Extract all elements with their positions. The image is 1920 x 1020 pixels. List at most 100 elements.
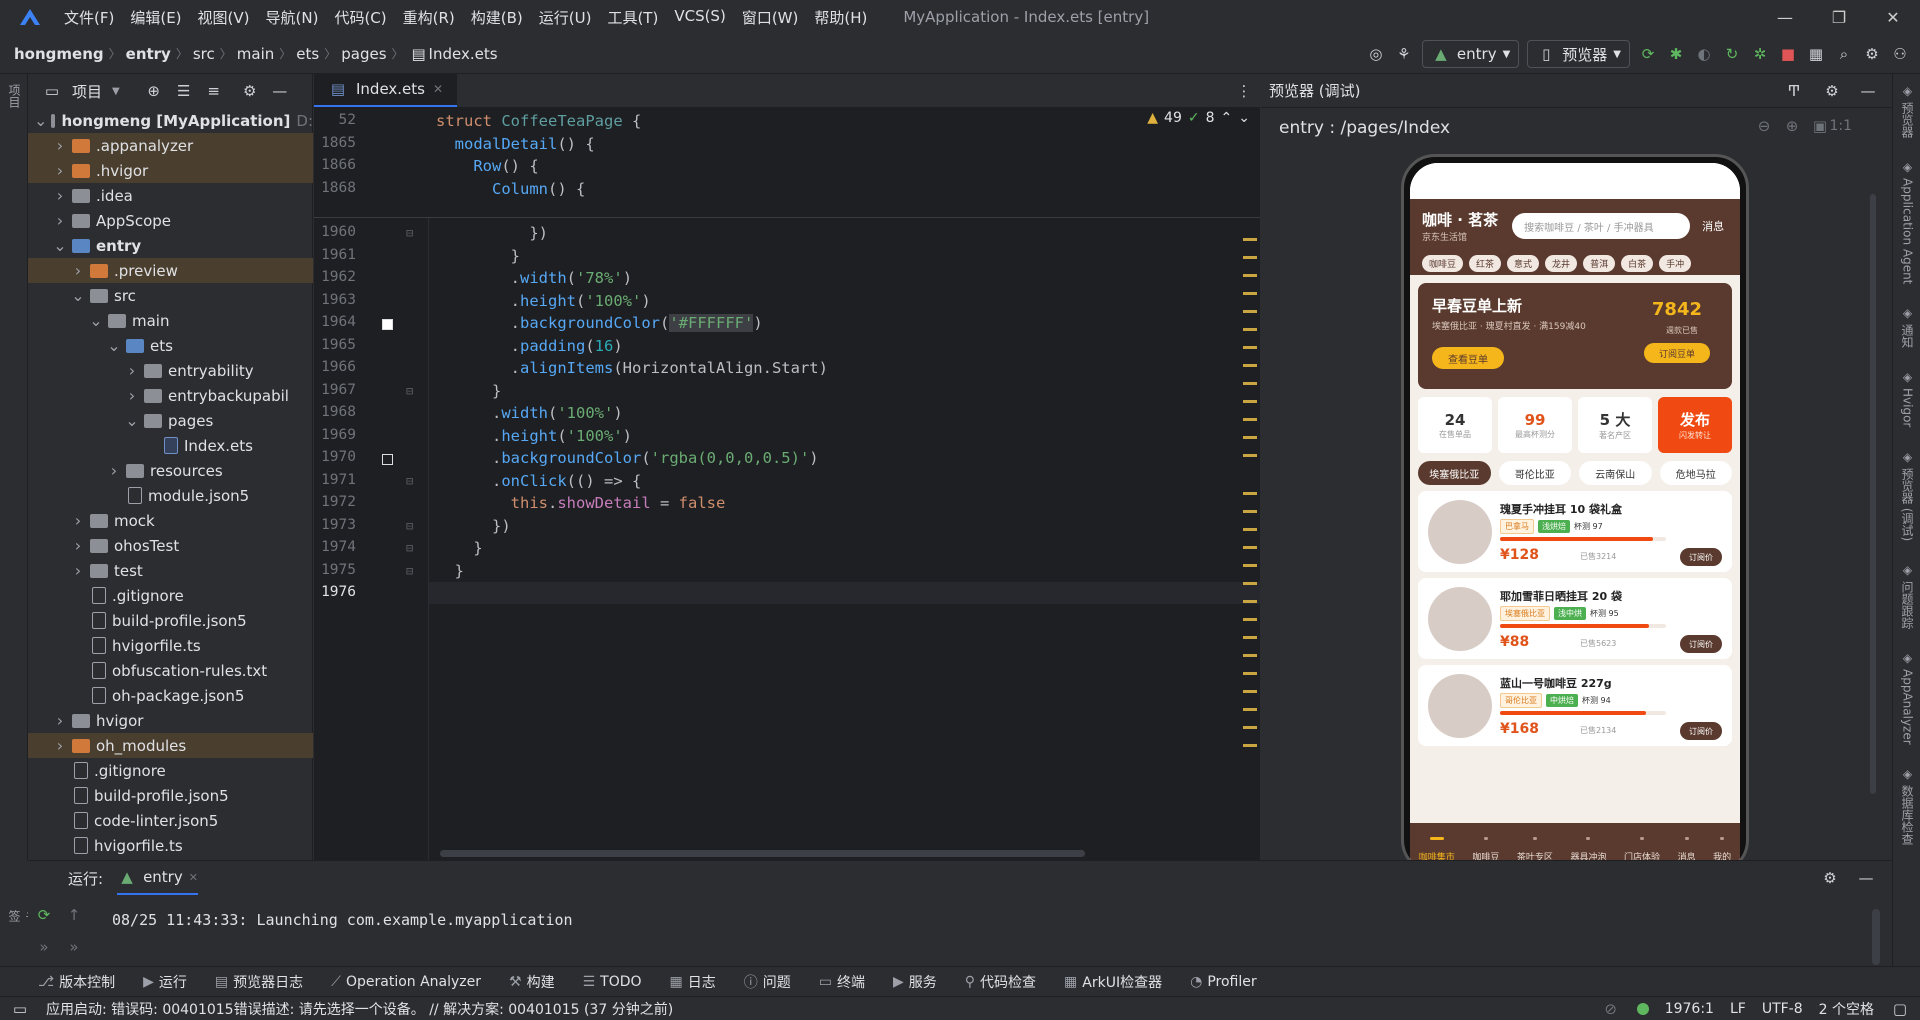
stat-card[interactable]: 5 大著名产区 [1578,397,1652,453]
error-stripe-mark[interactable] [1243,400,1257,403]
breadcrumb-item[interactable]: src [193,45,215,63]
category-chip[interactable]: 红茶 [1469,255,1502,272]
category-chip[interactable]: 意式 [1507,255,1540,272]
reload-icon[interactable]: ↻ [1722,44,1742,64]
code-line[interactable]: .padding(16) [436,337,623,355]
chevron-down-icon[interactable]: ⌄ [70,286,86,305]
breadcrumb-item[interactable]: entry [126,45,171,63]
menu-item[interactable]: 重构(R) [395,7,463,28]
device-select[interactable]: ▯ 预览器 ▼ [1527,40,1630,68]
tree-node[interactable]: › resources [28,458,313,483]
device-manager-icon[interactable]: ▦ [1806,44,1826,64]
arrow-up-icon[interactable]: ↑ [64,905,84,925]
code-line[interactable]: this.showDetail = false [436,494,726,512]
right-tool-tab[interactable]: ◈ 通知 [1899,306,1916,348]
chevron-right-icon[interactable]: › [52,711,68,730]
actual-size-icon[interactable]: 1:1 [1829,118,1852,134]
more-options-icon[interactable]: ⋮ [1234,81,1254,101]
tree-node[interactable]: ⌄ main [28,308,313,333]
breadcrumb-item[interactable]: main [237,45,274,63]
run-log-scrollbar[interactable] [1872,909,1880,965]
bottom-tool-6[interactable]: ▦ 日志 [670,972,716,992]
menu-item[interactable]: 帮助(H) [806,7,875,28]
chevron-right-icon[interactable]: › [70,261,86,280]
chevron-right-icon[interactable]: › [124,361,140,380]
product-card[interactable]: 蓝山一号咖啡豆 227g 哥伦比亚 中烘焙 杯测 94 ¥168 已售2134 订阅价 [1418,665,1732,746]
settings-icon[interactable]: ⚙ [1862,44,1882,64]
menu-item[interactable]: VCS(S) [666,7,733,28]
menu-item[interactable]: 工具(T) [599,7,666,28]
code-line[interactable]: Column() { [436,180,585,198]
attach-icon[interactable]: ◐ [1694,44,1714,64]
error-stripe-mark[interactable] [1243,310,1257,313]
bottom-tool-0[interactable]: ⎇ 版本控制 [38,972,115,992]
chevron-right-icon[interactable]: › [52,136,68,155]
caret-position[interactable]: 1976:1 [1665,1001,1714,1017]
category-chip[interactable]: 咖啡豆 [1422,255,1464,272]
breadcrumb-item[interactable]: ets [296,45,319,63]
status-message[interactable]: 应用启动: 错误码: 00401015错误描述: 请先选择一个设备。 // 解决… [46,999,673,1019]
zoom-out-icon[interactable]: ⊖ [1754,116,1774,136]
tree-node[interactable]: › .hvigor [28,158,313,183]
error-stripe-mark[interactable] [1243,546,1257,549]
error-stripe-mark[interactable] [1243,436,1257,439]
bug-report-icon[interactable]: ⚘ [1394,44,1414,64]
code-line[interactable]: .backgroundColor('rgba(0,0,0,0.5)') [436,449,819,467]
rerun-icon[interactable]: ⟳ [34,905,54,925]
bottom-tool-2[interactable]: ▤ 预览器日志 [215,972,303,992]
error-stripe-mark[interactable] [1243,510,1257,513]
line-separator[interactable]: LF [1730,1001,1746,1017]
tree-node[interactable]: ⌄ src [28,283,313,308]
profile-icon[interactable]: ✲ [1750,44,1770,64]
tree-node[interactable]: module.json5 [28,483,313,508]
gear-icon[interactable]: ⚙ [1822,81,1842,101]
tree-node[interactable]: › test [28,558,313,583]
fold-icon[interactable]: ⊟ [406,541,413,555]
code-line[interactable]: }) [436,224,548,242]
tree-node[interactable]: .gitignore [28,758,313,783]
error-stripe-mark[interactable] [1243,582,1257,585]
error-stripe-mark[interactable] [1243,492,1257,495]
error-stripe-mark[interactable] [1243,454,1257,457]
tree-node[interactable]: ⌄ entry [28,233,313,258]
lock-icon[interactable]: ▢ [1890,999,1910,1019]
hide-icon[interactable]: — [270,81,290,101]
product-card[interactable]: 耶加雪菲日晒挂耳 20 袋埃塞俄比亚 浅中烘 杯测 95 ¥88 已售5623 订阅价 [1418,578,1732,659]
right-tool-tab[interactable]: ◈ Hvigor [1899,370,1916,427]
tree-node[interactable]: oh-package.json5 [28,683,313,708]
tree-node[interactable]: › .idea [28,183,313,208]
close-tab-icon[interactable]: ✕ [189,871,198,884]
error-stripe-mark[interactable] [1243,292,1257,295]
chevron-right-icon[interactable]: › [70,511,86,530]
chevron-right-icon[interactable]: › [124,386,140,405]
error-stripe-mark[interactable] [1243,744,1257,747]
tree-node[interactable]: .gitignore [28,583,313,608]
chevron-up-icon[interactable]: ⌃ [1221,110,1233,126]
menu-item[interactable]: 视图(V) [190,7,258,28]
bottom-tool-7[interactable]: ⓘ 问题 [744,972,791,992]
tree-node[interactable]: › entryability [28,358,313,383]
error-stripe-mark[interactable] [1243,618,1257,621]
collapse-all-icon[interactable]: ≡ [204,81,224,101]
error-stripe-mark[interactable] [1243,364,1257,367]
stat-card[interactable]: 99 最高杯测分 [1498,397,1572,453]
tree-node[interactable]: ⌄ hongmeng [MyApplication] D: [28,108,313,133]
tree-node[interactable]: code-linter.json5 [28,808,313,833]
right-tool-tab[interactable]: ◈ AppAnalyzer [1899,651,1916,745]
category-chip[interactable]: 手冲 [1659,255,1692,272]
code-line[interactable]: } [436,382,501,400]
category-chip[interactable]: 普洱 [1583,255,1616,272]
gear-icon[interactable]: ⚙ [1820,868,1840,888]
code-line[interactable]: .onClick(() => { [436,472,641,490]
code-line[interactable]: .alignItems(HorizontalAlign.Start) [436,359,828,377]
error-stripe-mark[interactable] [1243,256,1257,259]
tree-node[interactable]: › .appanalyzer [28,133,313,158]
bottom-tool-9[interactable]: ▶ 服务 [893,972,937,992]
close-icon[interactable]: ✕ [1866,0,1920,34]
origin-tab[interactable]: 埃塞俄比亚 [1418,461,1491,485]
right-tool-tab[interactable]: ◈ Application Agent [1899,160,1916,284]
chevron-right-icon[interactable]: › [52,186,68,205]
indent-setting[interactable]: 2 个空格 [1819,999,1874,1019]
preview-scrollbar[interactable] [1870,194,1876,794]
tree-node[interactable]: ⌄ pages [28,408,313,433]
